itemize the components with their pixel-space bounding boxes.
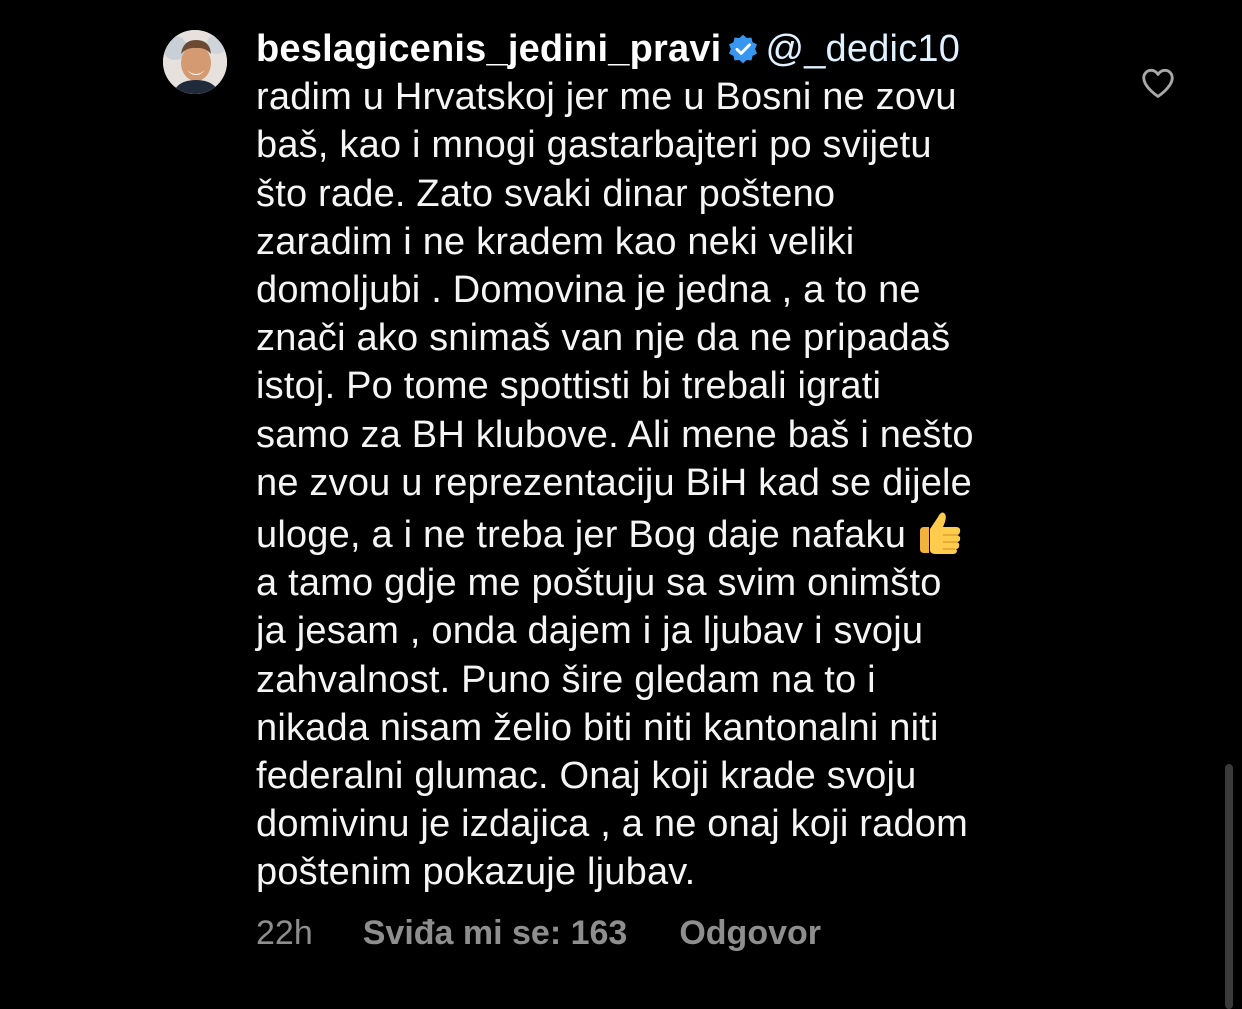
- comment-text-line: istoj. Po tome spottisti bi trebali igra…: [256, 365, 882, 408]
- comment-text-line: ja jesam , onda dajem i ja ljubav i svoj…: [256, 610, 924, 653]
- comment-text-line: poštenim pokazuje ljubav.: [256, 851, 696, 894]
- comment-text-line: domoljubi . Domovina je jedna , a to ne: [256, 269, 921, 312]
- comment-text-line: zahvalnost. Puno šire gledam na to i: [256, 658, 876, 701]
- comment-first-line: beslagicenis_jedini_pravi @_dedic10: [256, 25, 1136, 73]
- reply-button[interactable]: Odgovor: [679, 914, 821, 953]
- comment-body: beslagicenis_jedini_pravi @_dedic10 radi…: [256, 25, 1136, 897]
- comment-text-line: domivinu je izdajica , a ne onaj koji ra…: [256, 803, 968, 846]
- thumbs-up-emoji: [920, 512, 961, 555]
- heart-icon[interactable]: [1139, 64, 1177, 102]
- comment-text: uloge, a i ne treba jer Bog daje nafaku: [256, 514, 907, 557]
- comment-text-line: ne zvou u reprezentaciju BiH kad se dije…: [256, 461, 973, 504]
- comment-text-line-with-emoji: uloge, a i ne treba jer Bog daje nafaku: [256, 507, 1136, 559]
- comment-text-line: samo za BH klubove. Ali mene baš i nešto: [256, 413, 974, 456]
- comment-meta: 22h Sviđa mi se: 163 Odgovor: [256, 914, 821, 953]
- scrollbar[interactable]: [1225, 764, 1233, 1009]
- verified-badge-icon: [729, 34, 758, 64]
- comment-text-line: baš, kao i mnogi gastarbajteri po svijet…: [256, 124, 932, 167]
- comment-mention[interactable]: @_dedic10: [765, 28, 960, 70]
- comment-likes-count[interactable]: Sviđa mi se: 163: [363, 914, 628, 953]
- comment-text-line: a tamo gdje me poštuju sa svim onimšto: [256, 562, 942, 605]
- comment-text-line: federalni glumac. Onaj koji krade svoju: [256, 755, 917, 798]
- comment-text-line: znači ako snimaš van nje da ne pripadaš: [256, 317, 951, 360]
- comment-text-line: zaradim i ne kradem kao neki veliki: [256, 220, 855, 263]
- comment-text-line: radim u Hrvatskoj jer me u Bosni ne zovu: [256, 76, 957, 119]
- comment-timestamp: 22h: [256, 914, 313, 952]
- comment-text-line: što rade. Zato svaki dinar pošteno: [256, 172, 836, 215]
- comment-text-line: nikada nisam želio biti niti kantonalni …: [256, 706, 939, 749]
- avatar[interactable]: [163, 30, 227, 94]
- comment-username[interactable]: beslagicenis_jedini_pravi: [256, 28, 721, 70]
